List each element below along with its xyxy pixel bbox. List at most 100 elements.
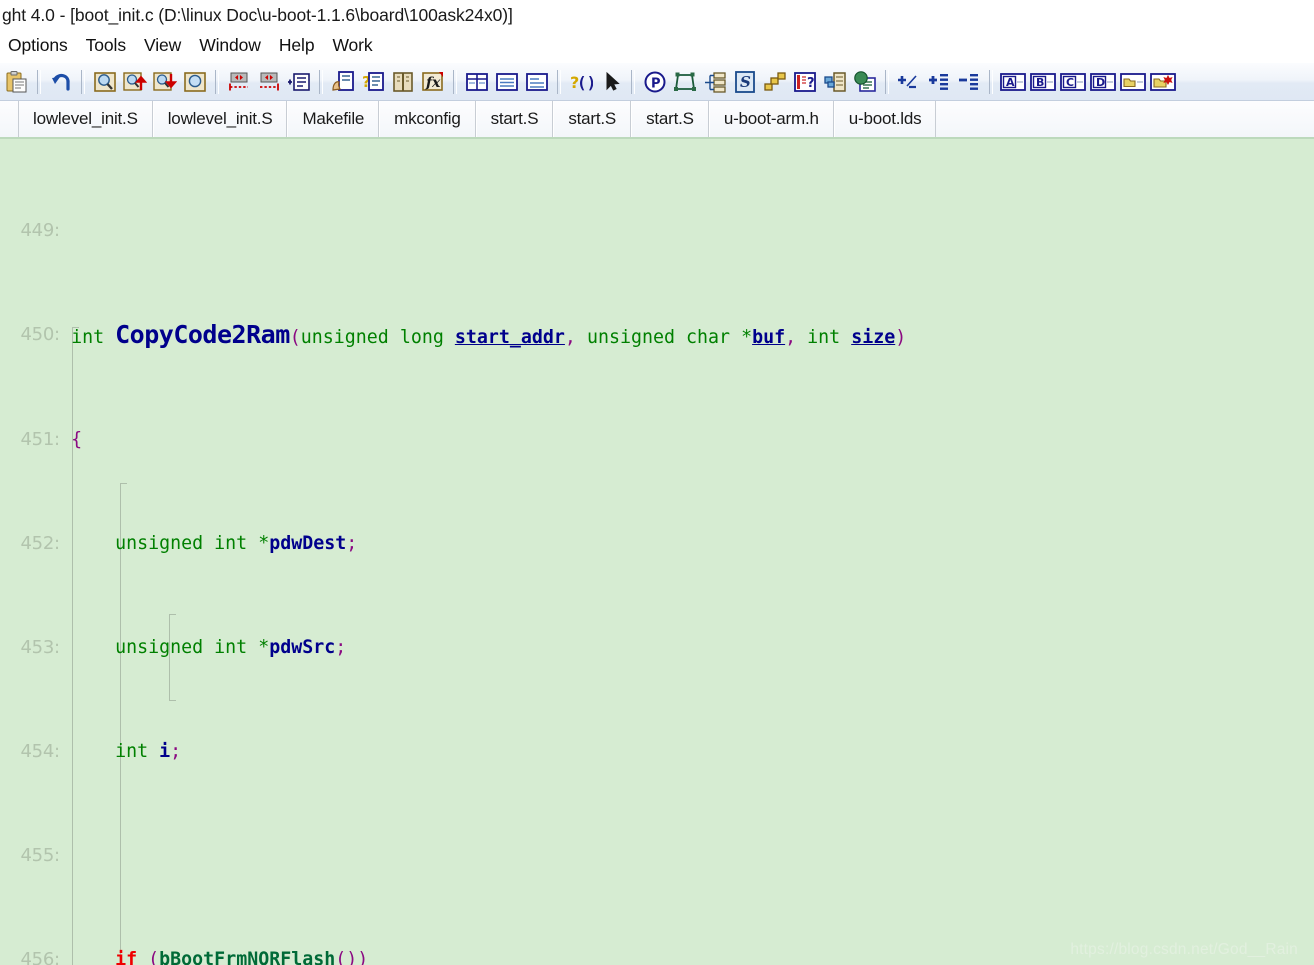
tab-bar-empty-area	[936, 101, 1314, 137]
search-files-icon[interactable]	[180, 67, 210, 97]
bookmark-c-icon[interactable]: C	[1058, 67, 1088, 97]
code-line[interactable]: 455:	[0, 843, 1314, 869]
menu-tools[interactable]: Tools	[80, 34, 138, 59]
browse-local-icon[interactable]	[328, 67, 358, 97]
tab-lowlevel-init-s-2[interactable]: lowlevel_init.S	[152, 101, 288, 137]
code-content[interactable]: 449: 450: int CopyCode2Ram(unsigned long …	[0, 139, 1314, 965]
line-number: 455	[20, 845, 55, 867]
context-window-icon[interactable]	[700, 67, 730, 97]
toolbar-separator	[631, 69, 635, 94]
line-number: 453	[20, 636, 55, 658]
svg-text:B: B	[1036, 76, 1044, 89]
code-line[interactable]: 453: unsigned int *pdwSrc;	[0, 635, 1314, 661]
tab-u-boot-arm-h[interactable]: u-boot-arm.h	[708, 101, 834, 137]
code-line[interactable]: 449:	[0, 218, 1314, 244]
project-icon[interactable]: P	[640, 67, 670, 97]
split-window-icon[interactable]	[462, 67, 492, 97]
search-down-icon[interactable]	[150, 67, 180, 97]
open-folder-icon[interactable]	[1118, 67, 1148, 97]
paste-icon[interactable]	[2, 67, 32, 97]
html-window-icon[interactable]	[850, 67, 880, 97]
tab-makefile[interactable]: Makefile	[287, 101, 380, 137]
search-up-icon[interactable]	[120, 67, 150, 97]
line-number: 449	[20, 220, 55, 242]
code-line[interactable]: 454: int i;	[0, 739, 1314, 765]
menu-options[interactable]: Options	[2, 34, 80, 59]
toolbar-separator	[557, 69, 561, 94]
tab-u-boot-lds[interactable]: u-boot.lds	[833, 101, 937, 137]
window-title: ght 4.0 - [boot_init.c (D:\linux Doc\u-b…	[2, 4, 513, 25]
align-center-icon[interactable]	[492, 67, 522, 97]
select-pointer-icon[interactable]	[596, 67, 626, 97]
remove-item-icon[interactable]	[954, 67, 984, 97]
code-line[interactable]: 450: int CopyCode2Ram(unsigned long start…	[0, 320, 1314, 350]
svg-text:fx: fx	[425, 75, 441, 91]
tab-start-s-3[interactable]: start.S	[631, 101, 709, 137]
add-item-icon[interactable]	[924, 67, 954, 97]
line-number: 452	[20, 532, 55, 554]
line-number-colon: :	[54, 845, 61, 867]
bookmark-b-icon[interactable]: B	[1028, 67, 1058, 97]
code-editor[interactable]: 449: 450: int CopyCode2Ram(unsigned long …	[0, 139, 1314, 965]
svg-text:P: P	[651, 76, 661, 91]
toolbar-separator	[989, 69, 993, 94]
menu-help[interactable]: Help	[273, 34, 327, 59]
menu-window[interactable]: Window	[193, 34, 273, 59]
file-tab-bar: lowlevel_init.S lowlevel_init.S Makefile…	[0, 101, 1314, 139]
undo-icon[interactable]	[46, 67, 76, 97]
toolbar-separator	[37, 69, 41, 94]
bookmark-a-icon[interactable]: A	[998, 67, 1028, 97]
toolbar-separator	[453, 69, 457, 94]
line-number: 456	[20, 949, 55, 965]
code-line[interactable]: 452: unsigned int *pdwDest;	[0, 531, 1314, 557]
title-bar: ght 4.0 - [boot_init.c (D:\linux Doc\u-b…	[0, 0, 1314, 30]
line-text: if (bBootFrmNORFlash())	[115, 949, 369, 965]
expand-selection-icon[interactable]	[254, 67, 284, 97]
tab-start-s-2[interactable]: start.S	[553, 101, 632, 137]
menu-view[interactable]: View	[138, 34, 193, 59]
new-folder-icon[interactable]	[1148, 67, 1178, 97]
symbol-info-icon[interactable]: ?	[358, 67, 388, 97]
overview-icon[interactable]: ?	[790, 67, 820, 97]
line-text: unsigned int *pdwDest;	[115, 532, 358, 554]
svg-text:D: D	[1096, 76, 1105, 89]
svg-text:?: ?	[807, 76, 815, 91]
menu-work[interactable]: Work	[326, 34, 384, 59]
code-line[interactable]: 451:{	[0, 427, 1314, 453]
svg-text:A: A	[1006, 76, 1015, 89]
add-remove-icon[interactable]	[894, 67, 924, 97]
function-icon[interactable]: fx	[418, 67, 448, 97]
line-number: 454	[20, 741, 55, 763]
line-text: unsigned int *pdwSrc;	[115, 636, 347, 658]
symbol-window-icon[interactable]: S	[730, 67, 760, 97]
toolbar-separator	[81, 69, 85, 94]
toolbar: ? fx ? (P S ? A B C D	[0, 63, 1314, 101]
line-text: {	[71, 428, 83, 450]
line-number: 451	[20, 428, 55, 450]
line-number: 450	[20, 324, 55, 346]
line-text: int CopyCode2Ram(unsigned long start_add…	[71, 320, 907, 350]
tab-mkconfig[interactable]: mkconfig	[379, 101, 476, 137]
search-icon[interactable]	[90, 67, 120, 97]
line-number-colon: :	[54, 220, 61, 242]
toolbar-separator	[215, 69, 219, 94]
menu-bar: Options Tools View Window Help Work	[0, 30, 1314, 63]
toolbar-separator	[319, 69, 323, 94]
watermark: https://blog.csdn.net/God__Rain	[1070, 941, 1298, 958]
shrink-selection-icon[interactable]	[224, 67, 254, 97]
call-tree-icon[interactable]	[760, 67, 790, 97]
svg-text:C: C	[1066, 76, 1074, 89]
clip-window-icon[interactable]	[820, 67, 850, 97]
tab-lowlevel-init-s-1[interactable]: lowlevel_init.S	[18, 101, 153, 137]
bookmark-d-icon[interactable]: D	[1088, 67, 1118, 97]
tab-start-s-1[interactable]: start.S	[475, 101, 554, 137]
toolbar-separator	[885, 69, 889, 94]
relation-window-icon[interactable]	[670, 67, 700, 97]
indent-icon[interactable]	[284, 67, 314, 97]
svg-text:S: S	[740, 73, 751, 91]
align-left-icon[interactable]	[522, 67, 552, 97]
line-text: int i;	[115, 741, 182, 763]
syntax-formatting-icon[interactable]: ? ()	[566, 67, 596, 97]
svg-text:(): ()	[577, 73, 593, 92]
reference-book-icon[interactable]	[388, 67, 418, 97]
